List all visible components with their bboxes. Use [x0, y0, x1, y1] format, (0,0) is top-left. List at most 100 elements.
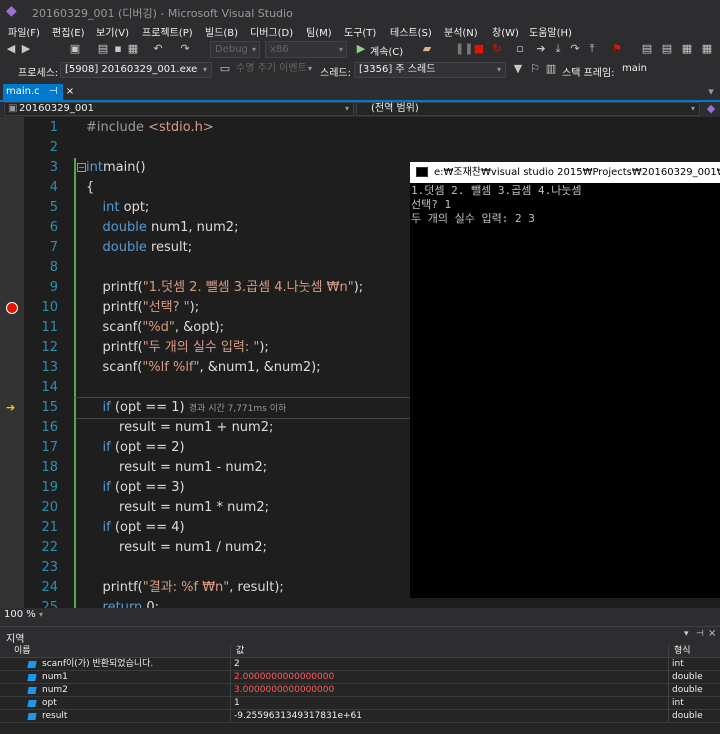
locals-row[interactable]: scanf이(가) 반환되었습니다. 2 int: [0, 658, 720, 671]
code-line[interactable]: 13 scanf("%lf %lf", &num1, &num2);: [0, 358, 410, 378]
code-line[interactable]: 2: [0, 138, 410, 158]
menu-item-6[interactable]: 팀(M): [306, 24, 332, 39]
code-line[interactable]: 19 if (opt == 3): [0, 478, 410, 498]
code-line[interactable]: 10 printf("선택? ");: [0, 298, 410, 318]
instruction-pointer-icon[interactable]: ➔: [6, 401, 15, 414]
code-token: scanf(: [86, 320, 143, 335]
code-line[interactable]: 1 #include <stdio.h>: [0, 118, 410, 138]
tab-main-c[interactable]: main.c ⊣ ×: [3, 84, 74, 100]
redo-icon[interactable]: ↷: [178, 42, 192, 56]
locals-row[interactable]: num2 3.0000000000000000 double: [0, 684, 720, 697]
code-line[interactable]: 17 if (opt == 2): [0, 438, 410, 458]
tab-overflow-icon[interactable]: ▾: [704, 85, 718, 99]
code-line[interactable]: 11 scanf("%d", &opt);: [0, 318, 410, 338]
variable-value[interactable]: 2.0000000000000000: [234, 671, 334, 684]
code-line[interactable]: 3 − intmain(): [0, 158, 410, 178]
window-position-icon[interactable]: ▾: [684, 629, 689, 639]
collapse-icon[interactable]: −: [77, 163, 86, 172]
code-line[interactable]: 9 printf("1.덧셈 2. 뺄셈 3.곱셈 4.나눗셈 ₩n");: [0, 278, 410, 298]
stackframe-select[interactable]: main: [618, 62, 718, 78]
code-line[interactable]: 21 if (opt == 4): [0, 518, 410, 538]
menu-item-10[interactable]: 창(W): [492, 24, 519, 39]
new-project-icon[interactable]: ▣: [68, 42, 82, 56]
zoom-level[interactable]: 100 % ▾: [4, 609, 43, 620]
comment-icon[interactable]: ▤: [640, 42, 654, 56]
locals-close-icon[interactable]: ×: [708, 628, 716, 639]
stop-debugging-icon[interactable]: ■: [472, 42, 486, 56]
variable-value[interactable]: 2: [234, 658, 240, 671]
column-header-value[interactable]: 값: [236, 644, 244, 657]
menu-item-2[interactable]: 보기(V): [96, 24, 129, 39]
menu-item-4[interactable]: 빌드(B): [205, 24, 238, 39]
continue-button[interactable]: 계속(C): [370, 43, 403, 58]
menu-item-9[interactable]: 분석(N): [444, 24, 478, 39]
solution-configuration-select[interactable]: Debug ▾: [210, 41, 260, 58]
code-line[interactable]: 7 double result;: [0, 238, 410, 258]
thread-select[interactable]: [3356] 주 스레드 ▾: [354, 62, 506, 78]
variable-value[interactable]: 3.0000000000000000: [234, 684, 334, 697]
code-line[interactable]: 4{: [0, 178, 410, 198]
menu-item-7[interactable]: 도구(T): [344, 24, 376, 39]
open-file-icon[interactable]: ▤: [96, 42, 110, 56]
stack-icon[interactable]: ▥: [544, 62, 558, 76]
zoom-dropdown-icon[interactable]: ▾: [39, 610, 43, 619]
pin-icon[interactable]: ⊣: [49, 86, 58, 97]
bookmark-icon[interactable]: ▦: [680, 42, 694, 56]
menu-item-8[interactable]: 테스트(S): [390, 24, 432, 39]
save-icon[interactable]: ▪: [111, 42, 125, 56]
code-line[interactable]: 22 result = num1 / num2;: [0, 538, 410, 558]
column-header-type[interactable]: 형식: [674, 644, 691, 657]
menu-item-11[interactable]: 도움말(H): [529, 24, 572, 39]
code-line[interactable]: 6 double num1, num2;: [0, 218, 410, 238]
step-out-icon[interactable]: ⤒: [585, 42, 599, 56]
column-header-name[interactable]: 이름: [14, 644, 31, 657]
attach-icon[interactable]: ▰: [420, 42, 434, 56]
solution-platform-select[interactable]: x86 ▾: [265, 41, 347, 58]
auto-hide-pin-icon[interactable]: ⊣: [696, 629, 704, 639]
menu-item-0[interactable]: 파일(F): [8, 24, 40, 39]
code-line[interactable]: 16 result = num1 + num2;: [0, 418, 410, 438]
step-over-icon[interactable]: ↷: [568, 42, 582, 56]
close-icon[interactable]: ×: [66, 86, 74, 97]
continue-icon[interactable]: ▶: [354, 42, 368, 56]
variable-value[interactable]: 1: [234, 697, 240, 710]
locals-row[interactable]: num1 2.0000000000000000 double: [0, 671, 720, 684]
menu-item-3[interactable]: 프로젝트(P): [142, 24, 193, 39]
editor-horizontal-scrollbar[interactable]: [0, 608, 720, 622]
flag-icon[interactable]: ⚐: [528, 62, 542, 76]
hot-reload-icon[interactable]: ▫: [513, 42, 527, 56]
locals-row[interactable]: opt 1 int: [0, 697, 720, 710]
bookmark-next-icon[interactable]: ▦: [700, 42, 714, 56]
code-line[interactable]: 23: [0, 558, 410, 578]
filter-icon[interactable]: ▼: [511, 62, 525, 76]
code-line[interactable]: 20 result = num1 * num2;: [0, 498, 410, 518]
code-line[interactable]: 14: [0, 378, 410, 398]
save-all-icon[interactable]: ▦: [126, 42, 140, 56]
forward-icon[interactable]: ▶: [19, 42, 33, 56]
toggle-breakpoints-icon[interactable]: ⚑: [610, 42, 624, 56]
lifecycle-events-select[interactable]: 수명 주기 이벤트 ▾: [232, 62, 316, 78]
breakpoint-icon[interactable]: [6, 302, 18, 314]
code-line[interactable]: 12 printf("두 개의 실수 입력: ");: [0, 338, 410, 358]
show-next-statement-icon[interactable]: ➔: [534, 42, 548, 56]
locals-row[interactable]: result -9.2559631349317831e+61 double: [0, 710, 720, 723]
menu-item-5[interactable]: 디버그(D): [250, 24, 293, 39]
step-into-icon[interactable]: ⤓: [551, 42, 565, 56]
code-line[interactable]: 24 printf("결과: %f ₩n", result);: [0, 578, 410, 598]
project-select[interactable]: ▣ 20160329_001 ▾: [4, 102, 354, 116]
variable-value[interactable]: -9.2559631349317831e+61: [234, 710, 362, 723]
code-line[interactable]: 8: [0, 258, 410, 278]
restart-icon[interactable]: ↻: [490, 42, 504, 56]
scope-select[interactable]: (전역 범위) ▾: [356, 102, 700, 116]
console-window[interactable]: [410, 162, 720, 598]
process-select[interactable]: [5908] 20160329_001.exe ▾: [60, 62, 212, 78]
code-line[interactable]: 18 result = num1 - num2;: [0, 458, 410, 478]
change-marker: [74, 218, 76, 238]
undo-icon[interactable]: ↶: [151, 42, 165, 56]
uncomment-icon[interactable]: ▤: [660, 42, 674, 56]
break-all-icon[interactable]: ❚❚: [455, 42, 473, 56]
code-line[interactable]: 5 int opt;: [0, 198, 410, 218]
back-icon[interactable]: ◀: [4, 42, 18, 56]
menu-item-1[interactable]: 편집(E): [52, 24, 85, 39]
